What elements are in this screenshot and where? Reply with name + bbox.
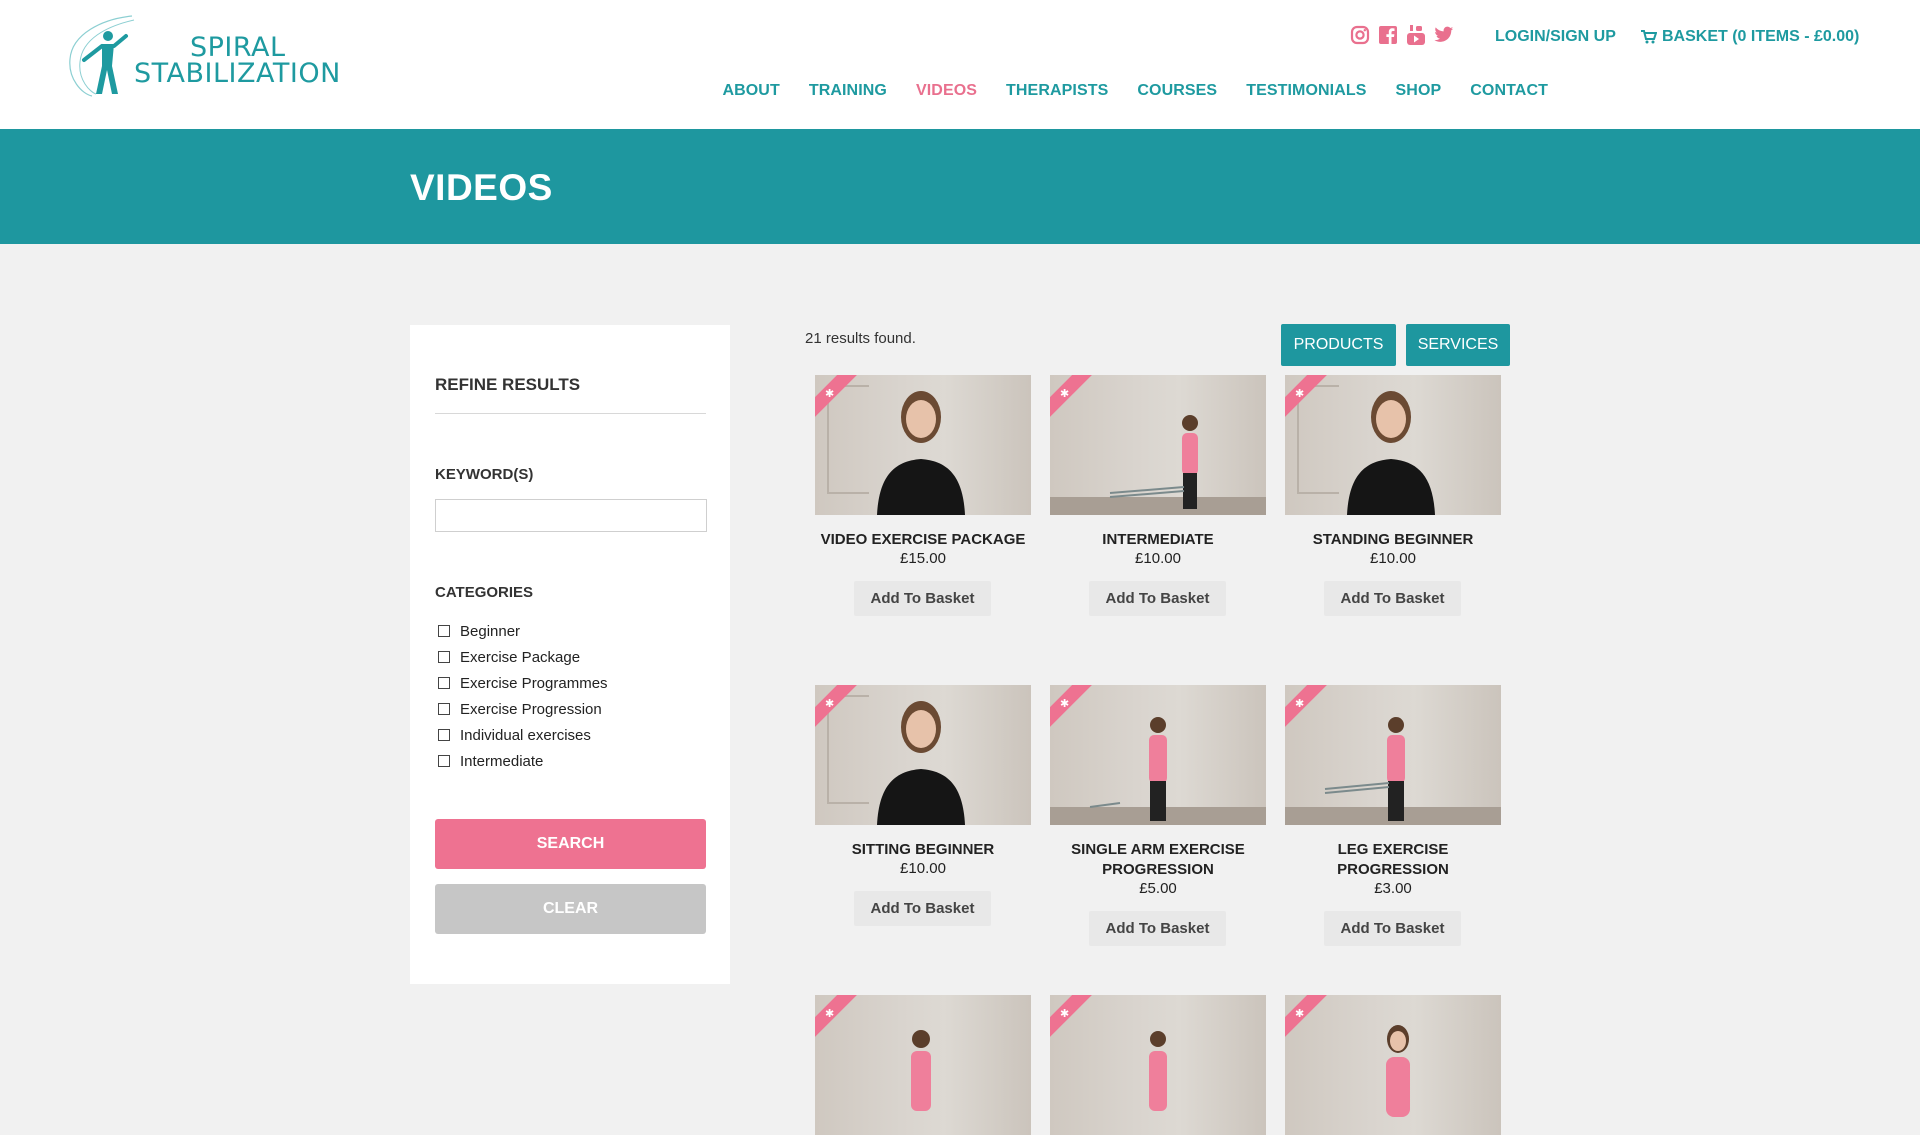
add-to-basket-button[interactable]: Add To Basket [1324,581,1461,616]
presenter-image [877,391,965,515]
category-label: Beginner [460,622,521,640]
product-price: £10.00 [900,860,946,877]
nav-item-therapists[interactable]: THERAPISTS [1006,82,1108,100]
product-thumbnail[interactable]: ✱ [1050,375,1266,515]
presenter-image [877,701,965,825]
category-item-beginner[interactable]: Beginner [438,618,608,644]
twitter-icon[interactable] [1433,24,1455,46]
keyword-input[interactable] [435,499,707,532]
category-item-exercise-package[interactable]: Exercise Package [438,644,608,670]
logo-figure-icon [69,15,135,97]
nav-item-about[interactable]: ABOUT [722,82,779,100]
product-thumbnail[interactable]: ✱ [815,685,1031,825]
add-to-basket-button[interactable]: Add To Basket [854,581,991,616]
star-icon: ✱ [1060,1008,1070,1020]
product-thumbnail[interactable]: ✱ [1050,995,1266,1135]
presenter-image [1386,1025,1410,1117]
checkbox[interactable] [438,729,450,741]
star-icon: ✱ [1060,388,1070,400]
categories-label: CATEGORIES [435,584,534,601]
nav-item-shop[interactable]: SHOP [1396,82,1442,100]
add-to-basket-button[interactable]: Add To Basket [1089,581,1226,616]
product-title[interactable]: VIDEO EXERCISE PACKAGE [815,530,1031,550]
nav-item-training[interactable]: TRAINING [809,82,887,100]
product-title[interactable]: STANDING BEGINNER [1285,530,1501,550]
services-button[interactable]: SERVICES [1406,324,1510,366]
product-thumbnail[interactable]: ✱ [815,995,1031,1135]
product-title[interactable]: INTERMEDIATE [1050,530,1266,550]
checkbox[interactable] [438,625,450,637]
site-logo[interactable]: SPIRAL STABILIZATION [62,14,342,100]
star-icon: ✱ [825,388,835,400]
basket-label: BASKET (0 ITEMS - £0.00) [1662,28,1860,45]
product-price: £10.00 [1370,550,1416,567]
product-thumbnail[interactable]: ✱ [815,375,1031,515]
divider [435,413,706,414]
product-price: £10.00 [1135,550,1181,567]
product-price: £15.00 [900,550,946,567]
refine-results-panel: REFINE RESULTS KEYWORD(S) CATEGORIES Beg… [410,325,730,984]
main-nav: ABOUT TRAINING VIDEOS THERAPISTS COURSES… [722,82,1548,100]
basket-link[interactable]: BASKET (0 ITEMS - £0.00) [1641,28,1859,46]
category-item-exercise-programmes[interactable]: Exercise Programmes [438,670,608,696]
page-title: VIDEOS [410,167,553,208]
login-signup-link[interactable]: LOGIN/SIGN UP [1495,28,1616,46]
keyword-label: KEYWORD(S) [435,466,534,483]
star-icon: ✱ [1295,698,1305,710]
product-thumbnail[interactable]: ✱ [1050,685,1266,825]
star-icon: ✱ [1295,1008,1305,1020]
results-count: 21 results found. [805,330,916,347]
category-label: Exercise Package [460,648,581,666]
presenter-image [1149,1031,1167,1111]
star-icon: ✱ [825,698,835,710]
presenter-image [911,1030,931,1111]
products-button[interactable]: PRODUCTS [1281,324,1396,366]
presenter-image [1347,391,1435,515]
add-to-basket-button[interactable]: Add To Basket [1089,911,1226,946]
nav-item-contact[interactable]: CONTACT [1470,82,1548,100]
category-list: Beginner Exercise Package Exercise Progr… [438,618,608,774]
presenter-image [1324,717,1405,821]
checkbox[interactable] [438,755,450,767]
cart-icon [1641,30,1657,44]
product-title[interactable]: SINGLE ARM EXERCISE PROGRESSION [1050,840,1266,880]
product-price: £5.00 [1139,880,1177,897]
star-icon: ✱ [825,1008,835,1020]
add-to-basket-button[interactable]: Add To Basket [854,891,991,926]
presenter-image [1089,717,1167,821]
product-title[interactable]: SITTING BEGINNER [815,840,1031,860]
category-item-individual-exercises[interactable]: Individual exercises [438,722,608,748]
product-thumbnail[interactable]: ✱ [1285,375,1501,515]
search-button[interactable]: SEARCH [435,819,706,869]
checkbox[interactable] [438,677,450,689]
add-to-basket-button[interactable]: Add To Basket [1324,911,1461,946]
instagram-icon[interactable] [1349,24,1371,46]
category-item-exercise-progression[interactable]: Exercise Progression [438,696,608,722]
product-price: £3.00 [1374,880,1412,897]
category-label: Exercise Programmes [460,674,608,692]
nav-item-videos[interactable]: VIDEOS [916,82,977,100]
category-label: Exercise Progression [460,700,602,718]
site-header: SPIRAL STABILIZATION LOGIN/SIGN UP BASKE… [0,0,1920,129]
category-label: Intermediate [460,752,544,770]
facebook-icon[interactable] [1377,24,1399,46]
nav-item-courses[interactable]: COURSES [1137,82,1217,100]
star-icon: ✱ [1060,698,1070,710]
star-icon: ✱ [1295,388,1305,400]
clear-button[interactable]: CLEAR [435,884,706,934]
social-links [1349,24,1455,46]
checkbox[interactable] [438,703,450,715]
refine-results-title: REFINE RESULTS [435,375,581,394]
page-banner: VIDEOS [0,129,1920,244]
product-thumbnail[interactable]: ✱ [1285,995,1501,1135]
nav-item-testimonials[interactable]: TESTIMONIALS [1246,82,1366,100]
youtube-icon[interactable] [1405,24,1427,46]
category-item-intermediate[interactable]: Intermediate [438,748,608,774]
presenter-image [1109,415,1198,509]
category-label: Individual exercises [460,726,591,744]
checkbox[interactable] [438,651,450,663]
logo-text-stabilization: STABILIZATION [134,58,341,89]
product-thumbnail[interactable]: ✱ [1285,685,1501,825]
product-title[interactable]: LEG EXERCISE PROGRESSION [1285,840,1501,880]
